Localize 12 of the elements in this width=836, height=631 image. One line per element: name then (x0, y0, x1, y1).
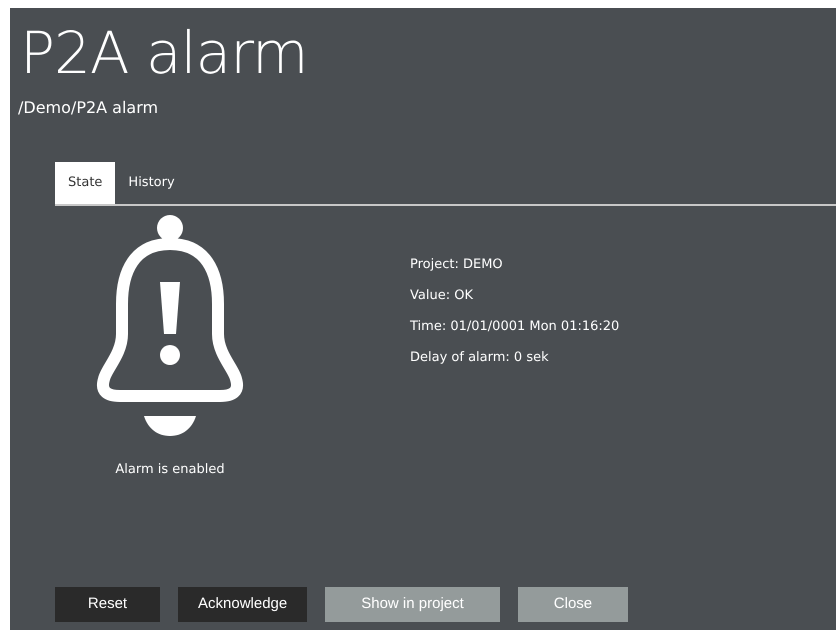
action-button[interactable]: Reset (55, 587, 160, 622)
tab[interactable]: State (55, 162, 116, 204)
detail-text: Delay of alarm: 0 sek (410, 348, 550, 366)
detail-text: Project: DEMO (410, 256, 504, 272)
breadcrumb-path: /Demo/P2A alarm (18, 97, 160, 119)
bell-alert-icon (94, 214, 246, 438)
tab[interactable]: History (115, 162, 188, 204)
detail-text: Value: OK (410, 286, 474, 304)
detail-text: Time: 01/01/0001 Mon 01:16:20 (410, 318, 620, 334)
action-button[interactable]: Acknowledge (178, 587, 308, 622)
alarm-status-text: Alarm is enabled (115, 460, 225, 478)
page-title: P2A alarm (20, 24, 309, 82)
